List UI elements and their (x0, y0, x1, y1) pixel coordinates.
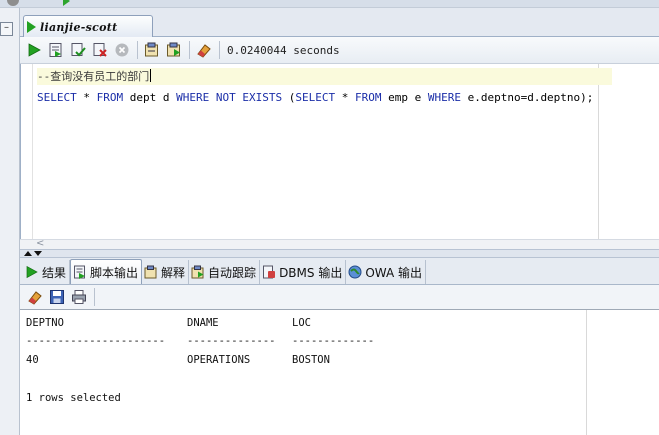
editor-horizontal-scrollbar[interactable]: < (20, 238, 659, 249)
sql-keyword: SELECT (295, 91, 336, 104)
sql-text: dept d (123, 91, 177, 104)
output-tab-label: 解释 (161, 265, 186, 280)
sql-text: emp e (381, 91, 428, 104)
output-tab-owa-output[interactable]: OWA 输出 (346, 260, 427, 284)
sql-text: * (76, 91, 97, 104)
editor-line-sql[interactable]: SELECT * FROM dept d WHERE NOT EXISTS (S… (37, 90, 593, 105)
output-tab-dbms-output[interactable]: DBMS 输出 (260, 260, 347, 284)
rows-selected-message: 1 rows selected (26, 392, 121, 404)
commit-icon[interactable] (69, 41, 87, 59)
output-tab-label: DBMS 输出 (279, 265, 343, 280)
cell-loc: BOSTON (292, 354, 330, 366)
save-icon[interactable] (48, 289, 65, 306)
toolbar-separator (219, 41, 220, 59)
sql-keyword: NOT (215, 91, 236, 104)
execution-time: 0.0240044 seconds (227, 43, 340, 57)
sql-text: e.deptno=d.deptno); (460, 91, 594, 104)
output-tab-play[interactable]: 结果 (23, 260, 71, 284)
column-header-deptno: DEPTNO (26, 317, 64, 329)
output-right-margin (586, 310, 587, 435)
separator-deptno: ---------------------- (26, 335, 166, 347)
play-icon (25, 265, 39, 279)
worksheet-run-icon (27, 21, 36, 33)
rollback-icon[interactable] (91, 41, 109, 59)
toolbar-separator (189, 41, 190, 59)
run-icon[interactable] (63, 0, 70, 6)
toolbar-separator (137, 41, 138, 59)
sql-keyword: WHERE (176, 91, 210, 104)
output-tab-label: 脚本输出 (90, 265, 139, 280)
editor-gutter (21, 64, 33, 239)
autotrace-icon (191, 265, 205, 279)
column-header-loc: LOC (292, 317, 311, 329)
sql-keyword: WHERE (427, 91, 461, 104)
run-statement-icon[interactable] (25, 41, 43, 59)
column-header-dname: DNAME (187, 317, 219, 329)
sql-keyword: EXISTS (242, 91, 283, 104)
explain-plan-icon[interactable] (143, 41, 161, 59)
output-tab-bar: 结果 脚本输出 解释 自动跟踪 DBMS 输出 OWA 输出 (20, 258, 659, 285)
sql-comment: --查询没有员工的部门 (37, 70, 150, 83)
output-tab-label: 结果 (42, 265, 67, 280)
worksheet-toolbar: 0.0240044 seconds (20, 37, 659, 64)
output-tab-script-output[interactable]: 脚本输出 (70, 259, 143, 284)
editor-tab-connection[interactable]: lianjie-scott (23, 15, 153, 38)
panel-splitter[interactable] (20, 249, 659, 258)
script-output-icon (73, 265, 87, 279)
output-tab-label: OWA 输出 (365, 265, 423, 280)
editor-line-comment[interactable]: --查询没有员工的部门 (37, 68, 612, 85)
table-row: 40 OPERATIONS BOSTON (26, 354, 330, 414)
scroll-left-arrow[interactable]: < (36, 238, 44, 249)
run-script-icon[interactable] (47, 41, 65, 59)
minimize-icon[interactable]: – (0, 22, 13, 36)
output-toolbar (20, 285, 659, 310)
sql-text: * (335, 91, 355, 104)
editor-tab-bar: lianjie-scott (20, 8, 659, 38)
output-tab-explain-plan[interactable]: 解释 (142, 260, 190, 284)
owa-output-icon (348, 265, 362, 279)
collapse-down-icon[interactable] (34, 251, 42, 256)
text-caret (150, 69, 152, 82)
clear-eraser-icon[interactable] (26, 289, 43, 306)
autotrace-icon[interactable] (165, 41, 183, 59)
dbms-output-icon (262, 265, 276, 279)
sql-keyword: FROM (354, 91, 382, 104)
circle-icon (7, 0, 19, 6)
collapse-up-icon[interactable] (24, 251, 32, 256)
cancel-icon[interactable] (113, 41, 131, 59)
separator-dname: -------------- (187, 335, 276, 347)
editor-tab-label: lianjie-scott (40, 20, 118, 34)
print-icon[interactable] (70, 289, 87, 306)
clear-eraser-icon[interactable] (195, 41, 213, 59)
separator-loc: ------------- (292, 335, 375, 347)
sql-keyword: SELECT (37, 91, 77, 104)
sql-text: ( (282, 91, 296, 104)
left-panel-gutter: – (0, 8, 20, 435)
toolbar-separator (94, 288, 95, 306)
editor-right-margin (598, 64, 599, 239)
output-tab-label: 自动跟踪 (208, 265, 257, 280)
output-tab-autotrace[interactable]: 自动跟踪 (189, 260, 261, 284)
explain-plan-icon (144, 265, 158, 279)
window-top-strip (0, 0, 659, 8)
script-output-panel[interactable]: DEPTNO DNAME LOC ---------------------- … (20, 310, 659, 435)
cell-deptno: 40 (26, 354, 39, 366)
sql-keyword: FROM (96, 91, 124, 104)
cell-dname: OPERATIONS (187, 354, 251, 366)
sql-editor[interactable]: --查询没有员工的部门 SELECT * FROM dept d WHERE N… (20, 64, 659, 239)
